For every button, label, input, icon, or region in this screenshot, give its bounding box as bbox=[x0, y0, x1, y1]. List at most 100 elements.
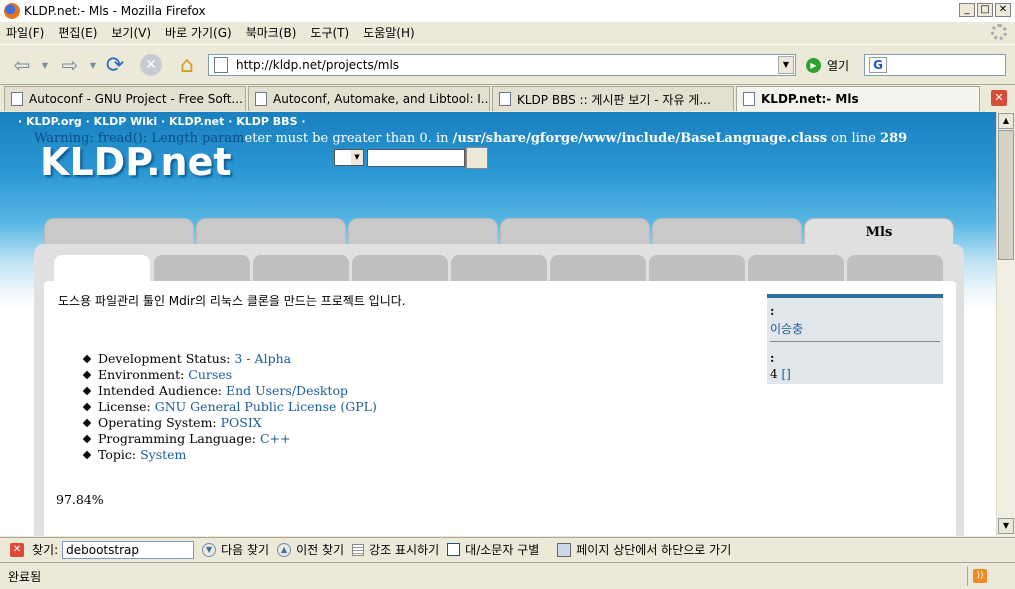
menu-go[interactable]: 바로 가기(G) bbox=[165, 24, 232, 41]
site-search-button[interactable] bbox=[466, 147, 488, 169]
home-button[interactable]: ⌂ bbox=[174, 52, 200, 78]
maximize-button[interactable]: □ bbox=[977, 3, 993, 17]
google-engine-icon[interactable]: G bbox=[869, 57, 887, 73]
down-arrow-icon: ▼ bbox=[202, 542, 217, 557]
developers-link[interactable]: [] bbox=[781, 367, 790, 381]
scroll-up-button[interactable]: ▲ bbox=[998, 113, 1014, 129]
menu-bookmarks[interactable]: 북마크(B) bbox=[246, 24, 297, 41]
match-case-checkbox[interactable]: 대/소문자 구별 bbox=[447, 541, 539, 558]
menu-bar: 파일(F) 편집(E) 보기(V) 바로 가기(G) 북마크(B) 도구(T) … bbox=[0, 22, 1015, 42]
admin-link[interactable]: 이승충 bbox=[770, 320, 803, 337]
forward-arrow-icon: ⇨ bbox=[61, 53, 79, 77]
tab-autoconf-automake[interactable]: Autoconf, Automake, and Libtool: I... bbox=[248, 86, 490, 111]
bullet-icon bbox=[82, 402, 92, 411]
back-arrow-icon: ⇦ bbox=[13, 53, 31, 77]
back-history-dropdown[interactable]: ▼ bbox=[40, 52, 50, 78]
find-next-button[interactable]: ▼ 다음 찾기 bbox=[202, 541, 269, 558]
inner-tab-7[interactable] bbox=[649, 255, 745, 281]
menu-file[interactable]: 파일(F) bbox=[6, 24, 44, 41]
inner-tab-5[interactable] bbox=[451, 255, 547, 281]
menu-tools[interactable]: 도구(T) bbox=[310, 24, 349, 41]
inner-tab-8[interactable] bbox=[748, 255, 844, 281]
trove-link[interactable]: End Users/Desktop bbox=[226, 383, 348, 398]
list-item: Programming Language: C++ bbox=[82, 431, 377, 447]
rss-feed-icon[interactable]: )) bbox=[973, 569, 987, 583]
page-viewport: · KLDP.org · KLDP Wiki · KLDP.net · KLDP… bbox=[0, 112, 996, 536]
inner-tab-summary[interactable] bbox=[54, 255, 150, 281]
outer-tab-5[interactable] bbox=[652, 218, 802, 246]
bullet-icon bbox=[82, 354, 92, 363]
list-item: Intended Audience: End Users/Desktop bbox=[82, 383, 377, 399]
find-previous-button[interactable]: ▲ 이전 찾기 bbox=[277, 541, 344, 558]
trove-label: Environment: bbox=[98, 367, 189, 382]
inner-tab-2[interactable] bbox=[154, 255, 250, 281]
outer-tab-1[interactable] bbox=[44, 218, 194, 246]
close-window-button[interactable]: ✕ bbox=[995, 3, 1011, 17]
list-item: Topic: System bbox=[82, 447, 377, 463]
page-icon bbox=[214, 57, 228, 73]
menu-edit[interactable]: 편집(E) bbox=[58, 24, 97, 41]
developer-count: 4 [] bbox=[770, 367, 791, 381]
outer-tab-3[interactable] bbox=[348, 218, 498, 246]
bullet-icon bbox=[82, 386, 92, 395]
search-type-select[interactable]: ▼ bbox=[334, 149, 364, 166]
list-item: Operating System: POSIX bbox=[82, 415, 377, 431]
stop-icon: ✕ bbox=[140, 54, 162, 76]
match-case-label: 대/소문자 구별 bbox=[465, 543, 540, 557]
forward-history-dropdown[interactable]: ▼ bbox=[88, 52, 98, 78]
menu-help[interactable]: 도움말(H) bbox=[363, 24, 415, 41]
top-site-links[interactable]: · KLDP.org · KLDP Wiki · KLDP.net · KLDP… bbox=[18, 115, 306, 128]
tab-label: Autoconf, Automake, and Libtool: I... bbox=[273, 92, 490, 106]
tab-autoconf-gnu[interactable]: Autoconf - GNU Project - Free Soft... bbox=[4, 86, 246, 111]
divider bbox=[967, 566, 968, 586]
trove-label: Development Status: bbox=[98, 351, 235, 366]
page-icon bbox=[255, 92, 267, 106]
inner-tab-3[interactable] bbox=[253, 255, 349, 281]
window-title: KLDP.net:- Mls - Mozilla Firefox bbox=[24, 4, 206, 18]
find-input[interactable]: debootstrap bbox=[62, 540, 195, 559]
tab-kldp-bbs[interactable]: KLDP BBS :: 게시판 보기 - 자유 게... bbox=[492, 86, 734, 111]
trove-link[interactable]: Curses bbox=[188, 367, 232, 382]
outer-tab-2[interactable] bbox=[196, 218, 346, 246]
scroll-down-button[interactable]: ▼ bbox=[998, 518, 1014, 534]
back-button[interactable]: ⇦ bbox=[8, 52, 36, 78]
trove-link[interactable]: 3 - Alpha bbox=[234, 351, 291, 366]
close-tab-button[interactable]: ✕ bbox=[991, 90, 1007, 106]
inner-tab-6[interactable] bbox=[550, 255, 646, 281]
inner-tab-4[interactable] bbox=[352, 255, 448, 281]
highlight-all-button[interactable]: 강조 표시하기 bbox=[352, 541, 439, 558]
warning-suffix: on line bbox=[827, 131, 881, 146]
trove-link[interactable]: System bbox=[140, 447, 186, 462]
url-history-dropdown[interactable]: ▼ bbox=[778, 56, 794, 74]
checkbox-icon bbox=[447, 543, 461, 556]
trove-link[interactable]: C++ bbox=[260, 431, 291, 446]
stop-button[interactable]: ✕ bbox=[138, 52, 164, 78]
bullet-icon bbox=[82, 418, 92, 427]
menu-view[interactable]: 보기(V) bbox=[111, 24, 151, 41]
tab-kldp-mls[interactable]: KLDP.net:- Mls bbox=[736, 86, 980, 111]
kldp-logo[interactable]: KLDP.net bbox=[40, 140, 232, 184]
scroll-thumb[interactable] bbox=[998, 130, 1014, 260]
trove-link[interactable]: POSIX bbox=[221, 415, 262, 430]
reload-button[interactable]: ⟳ bbox=[102, 52, 128, 78]
go-button[interactable]: ▶ 열기 bbox=[806, 57, 849, 74]
firefox-icon bbox=[4, 3, 20, 19]
site-search-input[interactable] bbox=[367, 149, 465, 167]
find-next-label: 다음 찾기 bbox=[221, 543, 270, 557]
dropdown-arrow-icon: ▼ bbox=[89, 60, 97, 70]
navigation-toolbar: ⇦ ▼ ⇨ ▼ ⟳ ✕ ⌂ http://kldp.net/projects/m… bbox=[0, 44, 1015, 82]
list-item: Development Status: 3 - Alpha bbox=[82, 351, 377, 367]
warning-prefix: Warning: fread(): Length param bbox=[34, 131, 245, 146]
close-findbar-button[interactable]: ✕ bbox=[10, 542, 24, 557]
inner-tab-9[interactable] bbox=[847, 255, 943, 281]
url-bar[interactable]: http://kldp.net/projects/mls ▼ bbox=[208, 54, 796, 76]
vertical-scrollbar[interactable]: ▲ ▼ bbox=[996, 112, 1015, 536]
search-box[interactable]: G bbox=[864, 54, 1006, 76]
forward-button[interactable]: ⇨ bbox=[56, 52, 84, 78]
url-text[interactable]: http://kldp.net/projects/mls bbox=[236, 58, 399, 72]
developer-count-value: 4 bbox=[770, 367, 778, 381]
outer-tab-project[interactable]: Mls bbox=[804, 218, 954, 246]
outer-tab-4[interactable] bbox=[500, 218, 650, 246]
minimize-button[interactable]: _ bbox=[959, 3, 975, 17]
trove-link[interactable]: GNU General Public License (GPL) bbox=[155, 399, 377, 414]
